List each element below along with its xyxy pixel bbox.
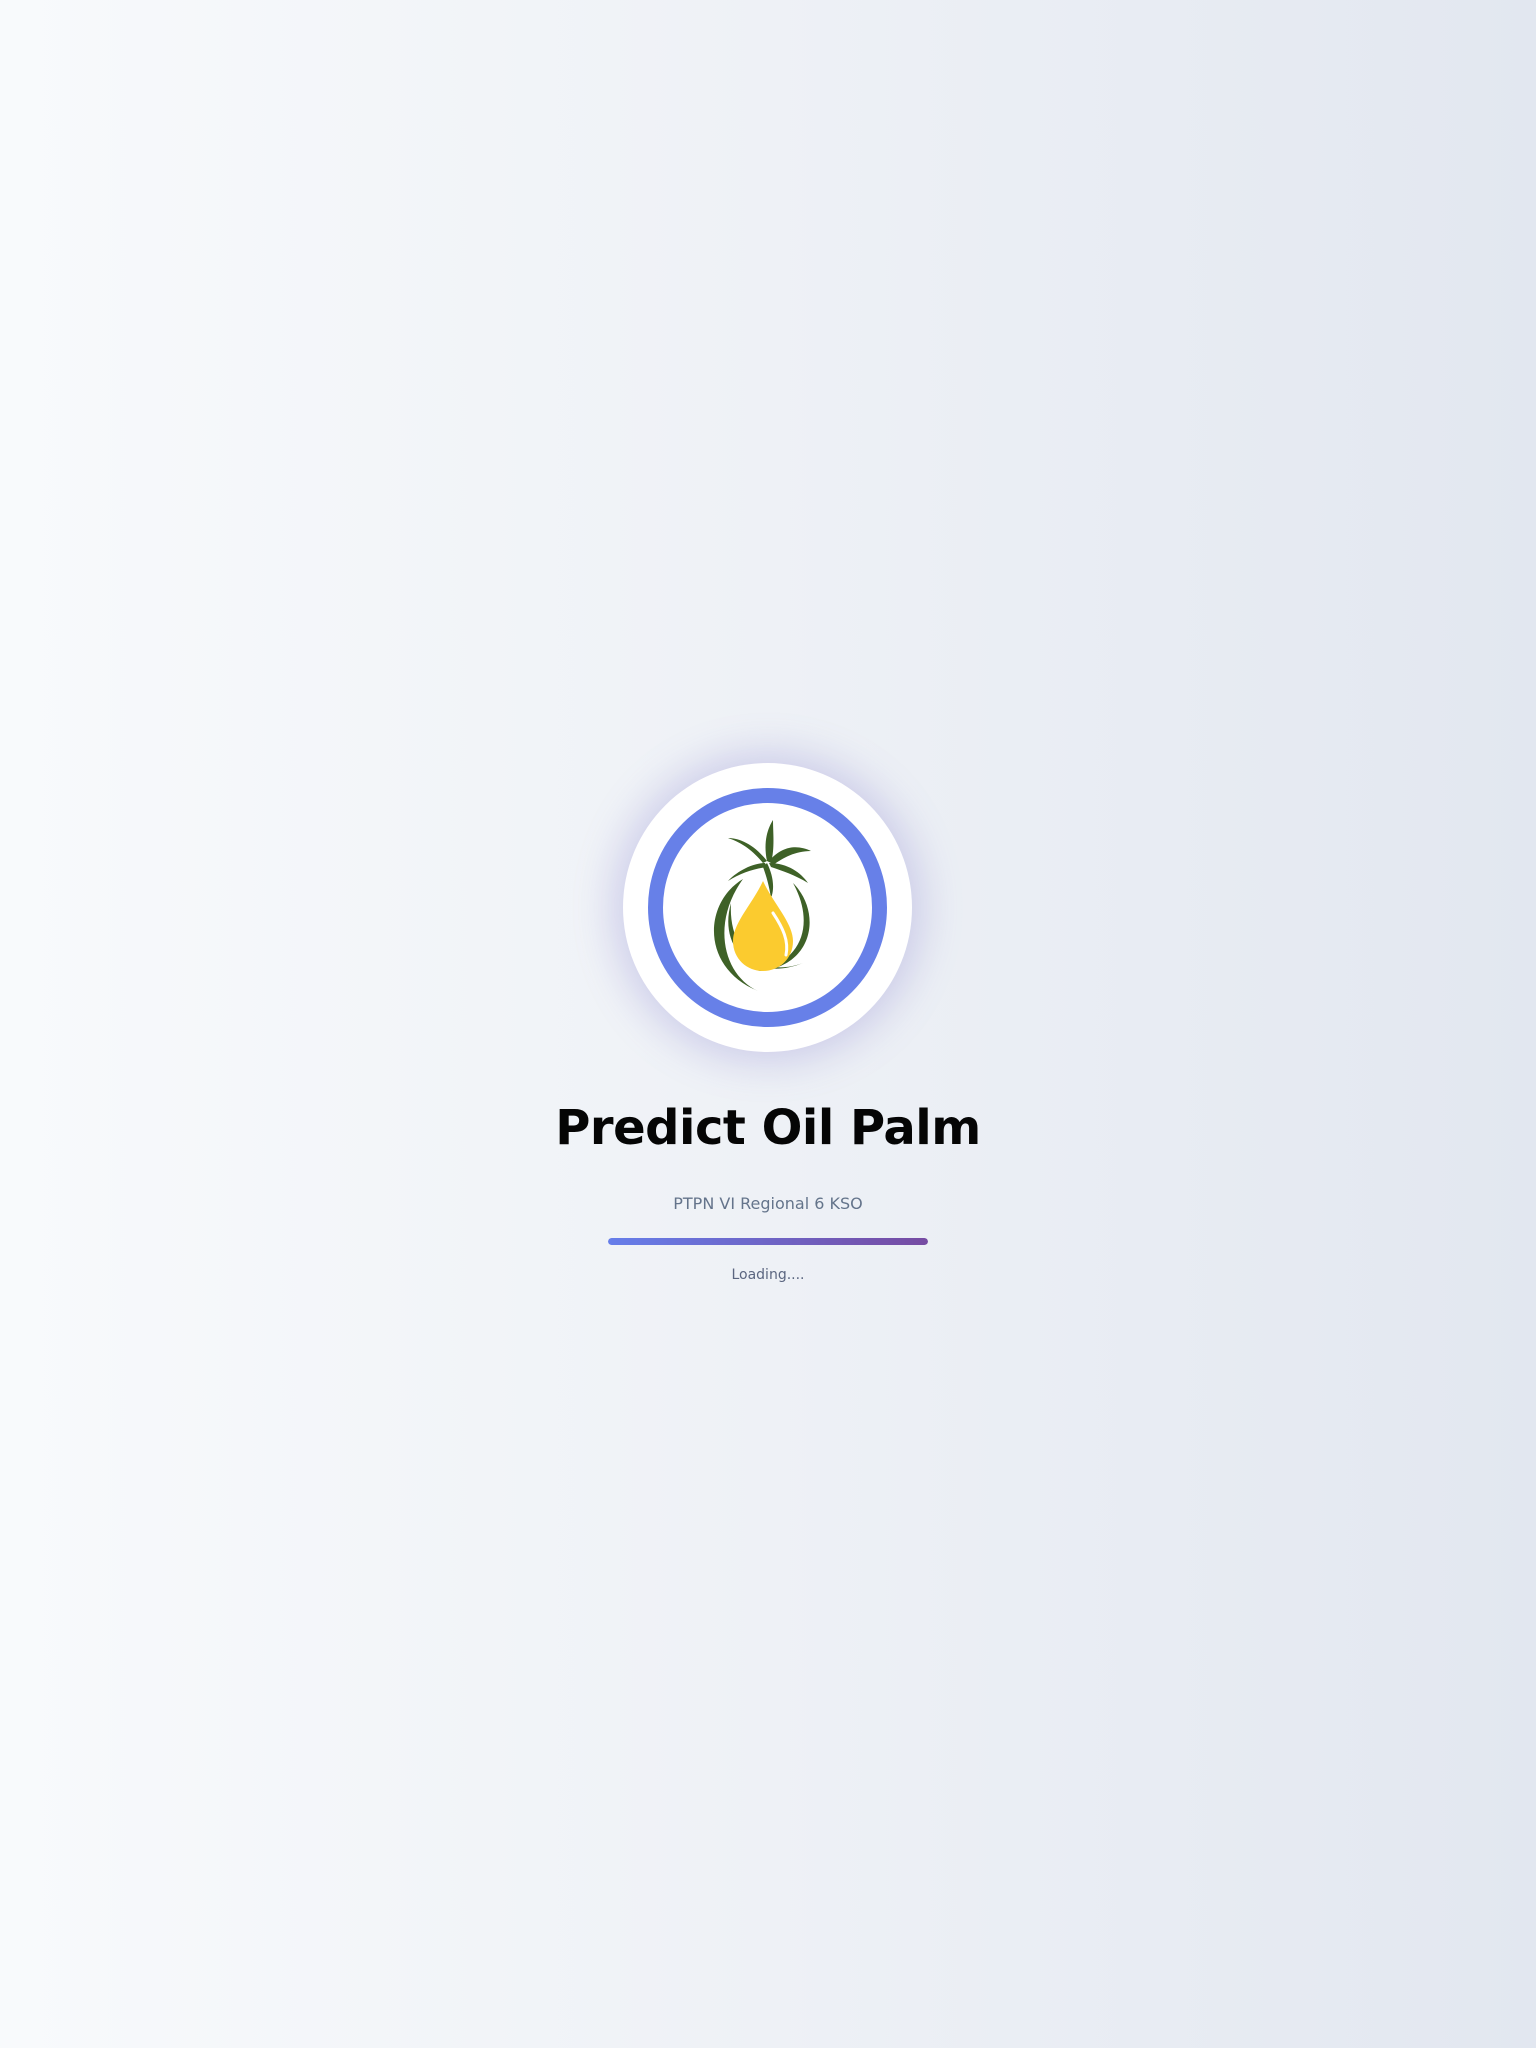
palm-oil-drop-icon: [713, 820, 811, 991]
app-subtitle: PTPN VI Regional 6 KSO: [673, 1194, 863, 1213]
app-logo: [623, 763, 912, 1052]
loading-text: Loading....: [731, 1267, 805, 1283]
progress-fill: [608, 1238, 928, 1245]
loading-progress-bar: [608, 1238, 928, 1245]
app-title: Predict Oil Palm: [555, 1100, 981, 1156]
